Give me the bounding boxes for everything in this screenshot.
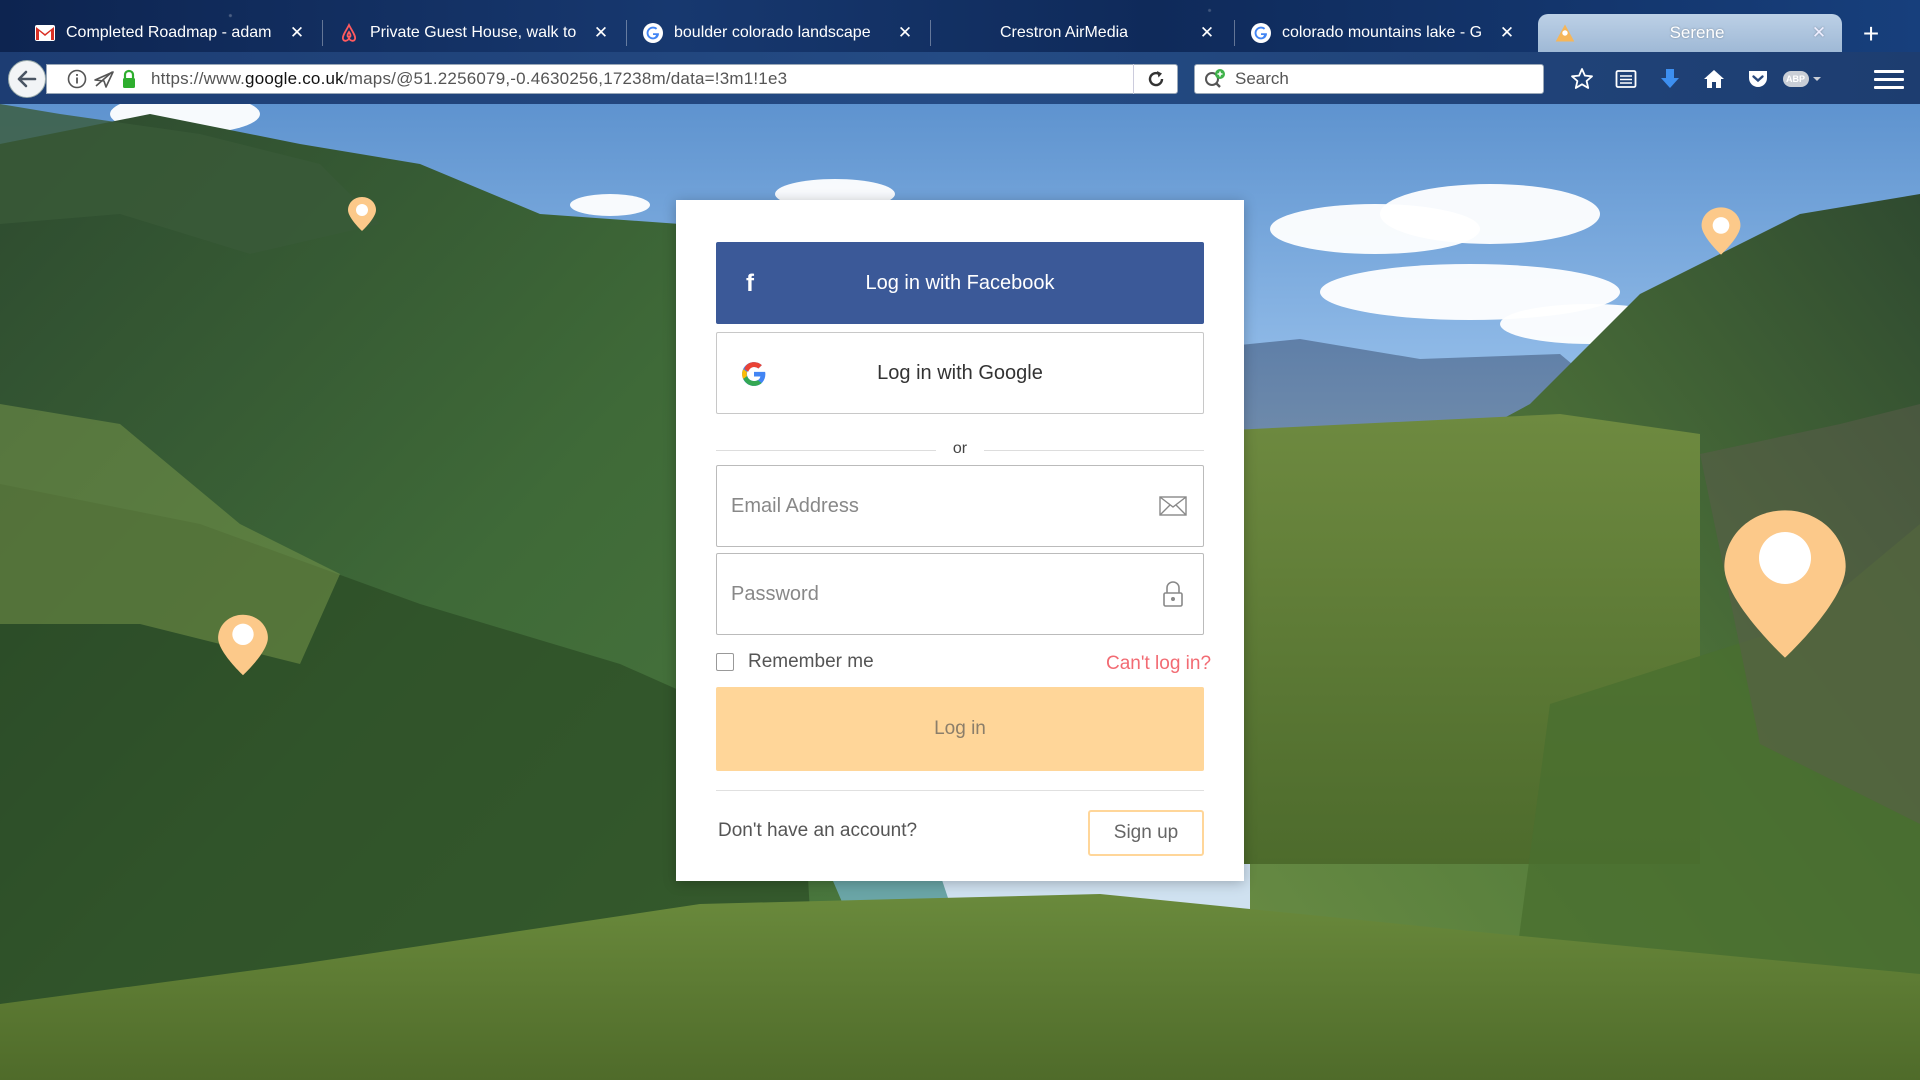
- bookmark-star-button[interactable]: [1560, 66, 1604, 92]
- password-field[interactable]: [716, 553, 1204, 635]
- facebook-icon: f: [746, 270, 754, 297]
- tab-serene[interactable]: Serene ✕: [1538, 14, 1842, 52]
- browser-tab-bar: Completed Roadmap - adam ✕ Private Guest…: [0, 0, 1920, 52]
- divider-line: [716, 790, 1204, 791]
- remember-me-checkbox[interactable]: [716, 653, 734, 671]
- reading-list-button[interactable]: [1604, 66, 1648, 92]
- facebook-login-button[interactable]: f Log in with Facebook: [716, 242, 1204, 324]
- back-arrow-icon: [17, 70, 37, 88]
- tab-title: Private Guest House, walk to: [370, 24, 577, 41]
- google-login-label: Log in with Google: [877, 361, 1043, 384]
- info-icon[interactable]: [67, 69, 87, 89]
- menu-line: [1874, 77, 1904, 81]
- email-field[interactable]: [716, 465, 1204, 547]
- log-in-button[interactable]: Log in: [716, 687, 1204, 771]
- tab-close-icon[interactable]: ✕: [894, 23, 916, 43]
- tab-close-icon[interactable]: ✕: [286, 23, 308, 43]
- tab-separator: [626, 20, 627, 46]
- no-account-text: Don't have an account?: [718, 820, 918, 841]
- password-input[interactable]: [731, 582, 1143, 606]
- lock-icon[interactable]: [121, 69, 137, 89]
- map-pin-icon[interactable]: [347, 196, 377, 232]
- tab-title: boulder colorado landscape: [674, 24, 871, 41]
- or-label: or: [952, 440, 968, 457]
- url-domain: google.co.uk: [245, 69, 344, 88]
- divider-line: [984, 450, 1204, 451]
- sign-up-button[interactable]: Sign up: [1088, 810, 1204, 856]
- search-engine-icon: [1205, 69, 1225, 88]
- cant-log-in-link[interactable]: Can't log in?: [1106, 653, 1211, 675]
- search-placeholder: Search: [1235, 69, 1289, 88]
- tab-separator: [930, 20, 931, 46]
- menu-line: [1874, 69, 1904, 73]
- or-divider: or: [716, 440, 1204, 460]
- remember-me[interactable]: Remember me: [716, 651, 874, 673]
- tab-completed-roadmap[interactable]: Completed Roadmap - adam ✕: [22, 14, 320, 52]
- abp-icon: ABP: [1782, 71, 1809, 87]
- url-text[interactable]: https://www.google.co.uk/maps/@51.225607…: [151, 69, 1133, 89]
- google-login-button[interactable]: Log in with Google: [716, 332, 1204, 414]
- map-pin-icon[interactable]: [216, 613, 270, 677]
- reading-list-icon: [1615, 70, 1637, 88]
- email-input[interactable]: [731, 494, 1143, 518]
- tab-title: colorado mountains lake - G: [1282, 24, 1483, 41]
- reload-icon: [1148, 71, 1163, 87]
- download-arrow-icon: [1661, 69, 1679, 88]
- adblock-plus-button[interactable]: ABP: [1780, 66, 1824, 92]
- tab-boulder-colorado[interactable]: boulder colorado landscape ✕: [630, 14, 928, 52]
- facebook-login-label: Log in with Facebook: [865, 271, 1055, 294]
- menu-line: [1874, 85, 1904, 89]
- tab-close-icon[interactable]: ✕: [1196, 23, 1218, 43]
- tab-close-icon[interactable]: ✕: [1808, 23, 1830, 43]
- tab-close-icon[interactable]: ✕: [590, 23, 612, 43]
- url-suffix: /maps/@51.2256079,-0.4630256,17238m/data…: [343, 69, 788, 88]
- back-button[interactable]: [8, 60, 46, 98]
- url-bar[interactable]: https://www.google.co.uk/maps/@51.225607…: [46, 64, 1178, 94]
- google-icon: [642, 22, 664, 44]
- envelope-icon: [1143, 496, 1203, 516]
- hamburger-menu-button[interactable]: [1874, 66, 1904, 92]
- new-tab-button[interactable]: +: [1856, 20, 1886, 48]
- login-card: f Log in with Facebook Log in with Googl…: [676, 200, 1244, 881]
- tab-private-guest-house[interactable]: Private Guest House, walk to ✕: [326, 14, 624, 52]
- star-icon: [1571, 68, 1593, 89]
- map-pin-icon[interactable]: [1720, 504, 1850, 664]
- reload-button[interactable]: [1133, 64, 1177, 94]
- downloads-button[interactable]: [1648, 66, 1692, 92]
- lock-icon: [1143, 580, 1203, 608]
- airbnb-icon: [338, 22, 360, 44]
- tab-title: Completed Roadmap - adam: [66, 24, 272, 41]
- tab-title: Crestron AirMedia: [1000, 24, 1129, 41]
- tab-title: Serene: [1669, 23, 1725, 42]
- serene-icon: [1554, 22, 1576, 44]
- url-bar-icons: [47, 69, 151, 89]
- gmail-icon: [34, 22, 56, 44]
- tab-close-icon[interactable]: ✕: [1496, 23, 1518, 43]
- home-icon: [1704, 70, 1724, 88]
- browser-nav-bar: https://www.google.co.uk/maps/@51.225607…: [0, 52, 1920, 104]
- tab-crestron-airmedia[interactable]: Crestron AirMedia ✕: [934, 14, 1230, 52]
- tab-separator: [322, 20, 323, 46]
- remember-me-label: Remember me: [748, 651, 874, 672]
- google-icon: [1250, 22, 1272, 44]
- toolbar-icons: ABP: [1560, 66, 1824, 92]
- home-button[interactable]: [1692, 66, 1736, 92]
- pocket-button[interactable]: [1736, 66, 1780, 92]
- chevron-down-icon: [1812, 77, 1821, 81]
- search-bar[interactable]: Search: [1194, 64, 1544, 94]
- google-icon: [742, 362, 766, 386]
- url-prefix: https://www.: [151, 69, 246, 88]
- tab-separator: [1234, 20, 1235, 46]
- tab-colorado-mountains[interactable]: colorado mountains lake - G ✕: [1238, 14, 1530, 52]
- pocket-icon: [1749, 71, 1767, 87]
- map-pin-icon[interactable]: [1700, 206, 1742, 256]
- tracking-protection-icon[interactable]: [93, 69, 115, 89]
